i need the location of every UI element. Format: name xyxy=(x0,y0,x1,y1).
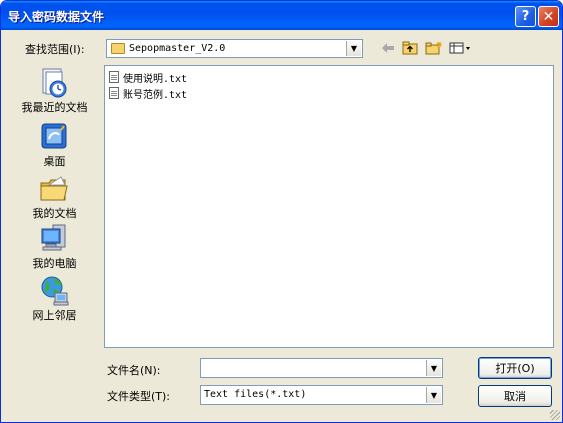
view-menu-icon[interactable] xyxy=(449,41,473,55)
list-item[interactable]: 账号范例.txt xyxy=(109,86,188,101)
place-desktop[interactable]: 桌面 xyxy=(12,119,97,169)
open-file-dialog: 导入密码数据文件 ? ✕ 查找范围(I): Sepopmaster_V2.0 ▼… xyxy=(0,0,563,423)
my-computer-icon xyxy=(39,223,69,253)
place-label: 我的电脑 xyxy=(32,257,77,270)
up-folder-icon[interactable] xyxy=(402,41,418,55)
place-label: 网上邻居 xyxy=(32,309,77,322)
help-button[interactable]: ? xyxy=(515,6,536,27)
file-type-select[interactable]: Text files(*.txt) ▼ xyxy=(200,385,443,405)
places-bar: 我最近的文档 桌面 我的文档 我的电脑 网上邻居 xyxy=(12,65,97,355)
place-label: 桌面 xyxy=(43,155,66,168)
file-name-input[interactable]: ▼ xyxy=(200,358,443,378)
dialog-title: 导入密码数据文件 xyxy=(8,10,105,24)
place-my-computer[interactable]: 我的电脑 xyxy=(12,221,97,271)
resize-grip-icon[interactable] xyxy=(550,410,560,420)
recent-docs-icon xyxy=(39,67,69,98)
place-my-documents[interactable]: 我的文档 xyxy=(12,171,97,221)
place-recent[interactable]: 我最近的文档 xyxy=(12,65,97,115)
look-in-label: 查找范围(I): xyxy=(25,43,85,56)
list-item[interactable]: 使用说明.txt xyxy=(109,70,188,85)
title-bar[interactable]: 导入密码数据文件 ? ✕ xyxy=(1,1,562,30)
desktop-icon xyxy=(39,121,69,151)
place-label: 我的文档 xyxy=(32,207,77,220)
file-type-label: 文件类型(T): xyxy=(107,390,171,403)
place-label: 我最近的文档 xyxy=(21,101,88,114)
chevron-down-icon[interactable]: ▼ xyxy=(426,360,441,376)
close-button[interactable]: ✕ xyxy=(538,6,559,27)
file-name-label: 文件名(N): xyxy=(107,364,161,377)
new-folder-icon[interactable] xyxy=(425,41,443,55)
chevron-down-icon[interactable]: ▼ xyxy=(346,41,361,56)
text-file-icon xyxy=(109,87,119,99)
file-name: 账号范例.txt xyxy=(123,89,188,101)
cancel-button[interactable]: 取消 xyxy=(478,385,552,407)
file-name: 使用说明.txt xyxy=(123,73,188,85)
back-icon[interactable] xyxy=(381,41,395,55)
place-network[interactable]: 网上邻居 xyxy=(12,273,97,323)
look-in-value: Sepopmaster_V2.0 xyxy=(129,43,226,54)
network-icon xyxy=(39,275,69,306)
file-list[interactable]: 使用说明.txt 账号范例.txt xyxy=(104,65,554,348)
my-documents-icon xyxy=(39,173,69,203)
file-type-value: Text files(*.txt) xyxy=(204,389,307,400)
chevron-down-icon[interactable]: ▼ xyxy=(426,387,441,403)
text-file-icon xyxy=(109,71,119,83)
folder-icon xyxy=(111,43,125,54)
look-in-combo[interactable]: Sepopmaster_V2.0 ▼ xyxy=(106,39,363,58)
open-button[interactable]: 打开(O) xyxy=(478,357,552,379)
